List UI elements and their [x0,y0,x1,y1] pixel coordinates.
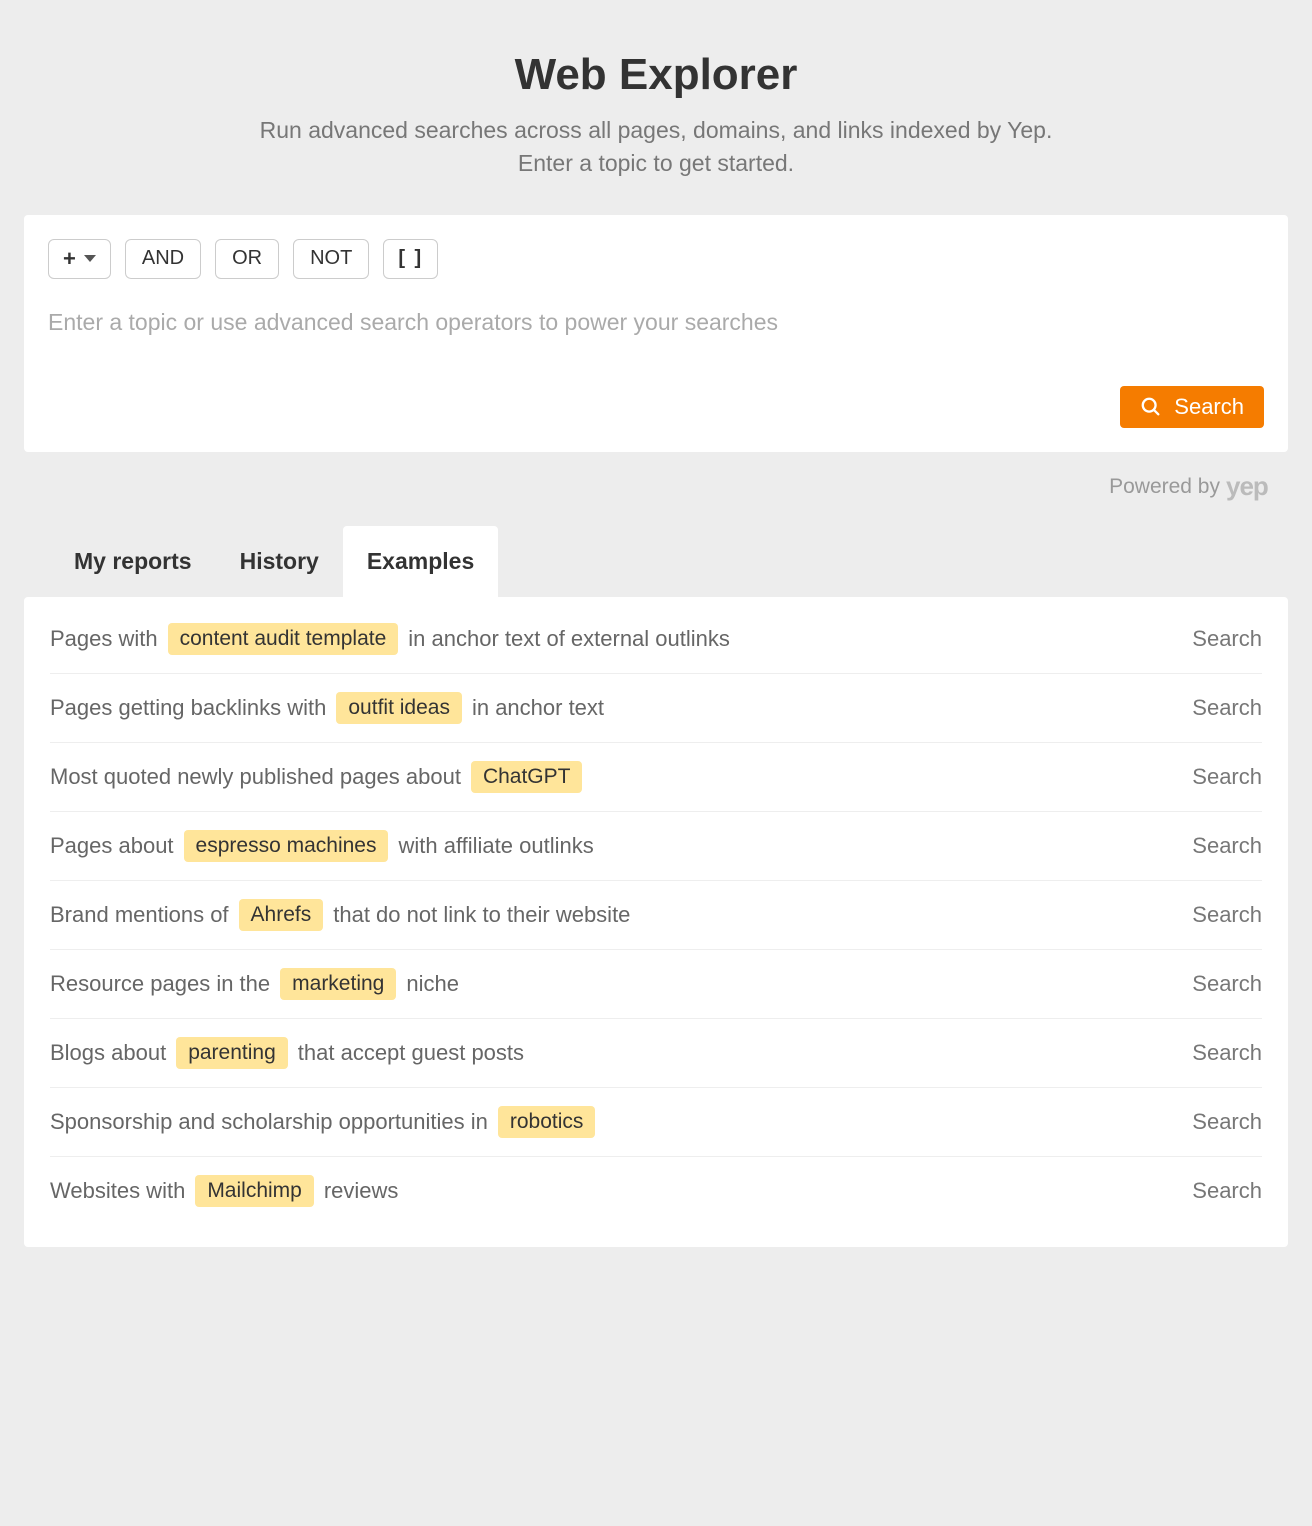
example-highlight: content audit template [168,623,399,655]
example-highlight: ChatGPT [471,761,583,793]
example-row[interactable]: Websites with Mailchimp reviews Search [50,1157,1262,1225]
search-icon [1140,396,1162,418]
example-text: Resource pages in the marketing niche [50,968,459,1000]
page-header: Web Explorer Run advanced searches acros… [24,24,1288,215]
example-text: Most quoted newly published pages about … [50,761,582,793]
tabs: My reports History Examples [24,526,1288,597]
search-button-label: Search [1174,394,1244,420]
example-text: Pages about espresso machines with affil… [50,830,594,862]
example-row[interactable]: Most quoted newly published pages about … [50,743,1262,812]
example-text: Websites with Mailchimp reviews [50,1175,398,1207]
example-row[interactable]: Pages with content audit template in anc… [50,605,1262,674]
svg-text:yep: yep [1226,472,1268,501]
not-operator-button[interactable]: NOT [293,239,369,279]
example-row[interactable]: Pages about espresso machines with affil… [50,812,1262,881]
tab-my-reports[interactable]: My reports [50,526,216,597]
example-pre: Websites with [50,1178,185,1204]
and-operator-button[interactable]: AND [125,239,201,279]
example-text: Blogs about parenting that accept guest … [50,1037,524,1069]
example-text: Brand mentions of Ahrefs that do not lin… [50,899,630,931]
example-highlight: marketing [280,968,396,1000]
example-pre: Pages with [50,626,158,652]
example-post: with affiliate outlinks [398,833,593,859]
example-row[interactable]: Resource pages in the marketing niche Se… [50,950,1262,1019]
chevron-down-icon [84,255,96,262]
brackets-operator-button[interactable]: [ ] [383,239,438,279]
search-actions: Search [48,386,1264,428]
query-toolbar: + AND OR NOT [ ] [48,239,1264,279]
example-row[interactable]: Brand mentions of Ahrefs that do not lin… [50,881,1262,950]
example-post: that accept guest posts [298,1040,524,1066]
yep-logo: yep [1226,472,1284,502]
example-search-link[interactable]: Search [1192,626,1262,652]
example-search-link[interactable]: Search [1192,695,1262,721]
subtitle-line-1: Run advanced searches across all pages, … [260,117,1053,143]
example-pre: Blogs about [50,1040,166,1066]
example-highlight: robotics [498,1106,596,1138]
example-highlight: outfit ideas [336,692,462,724]
example-text: Pages getting backlinks with outfit idea… [50,692,604,724]
example-highlight: espresso machines [184,830,389,862]
tab-examples[interactable]: Examples [343,526,498,597]
page-title: Web Explorer [24,50,1288,100]
plus-icon: + [63,246,76,272]
example-text: Sponsorship and scholarship opportunitie… [50,1106,595,1138]
example-search-link[interactable]: Search [1192,1040,1262,1066]
search-button[interactable]: Search [1120,386,1264,428]
search-input[interactable] [48,299,1264,386]
example-row[interactable]: Blogs about parenting that accept guest … [50,1019,1262,1088]
or-operator-button[interactable]: OR [215,239,279,279]
example-highlight: Mailchimp [195,1175,314,1207]
powered-by-label: Powered by [1109,475,1220,499]
example-post: that do not link to their website [333,902,630,928]
example-search-link[interactable]: Search [1192,902,1262,928]
example-search-link[interactable]: Search [1192,1109,1262,1135]
example-search-link[interactable]: Search [1192,971,1262,997]
example-pre: Brand mentions of [50,902,229,928]
example-search-link[interactable]: Search [1192,764,1262,790]
example-pre: Pages about [50,833,174,859]
powered-by: Powered by yep [24,452,1288,526]
page-subtitle: Run advanced searches across all pages, … [24,114,1288,181]
add-operator-button[interactable]: + [48,239,111,279]
example-text: Pages with content audit template in anc… [50,623,730,655]
yep-logo-icon: yep [1226,472,1284,502]
example-row[interactable]: Sponsorship and scholarship opportunitie… [50,1088,1262,1157]
example-pre: Most quoted newly published pages about [50,764,461,790]
example-post: reviews [324,1178,399,1204]
tab-history[interactable]: History [216,526,343,597]
example-pre: Pages getting backlinks with [50,695,326,721]
example-pre: Sponsorship and scholarship opportunitie… [50,1109,488,1135]
example-highlight: parenting [176,1037,288,1069]
example-row[interactable]: Pages getting backlinks with outfit idea… [50,674,1262,743]
example-pre: Resource pages in the [50,971,270,997]
example-search-link[interactable]: Search [1192,1178,1262,1204]
example-search-link[interactable]: Search [1192,833,1262,859]
example-post: in anchor text [472,695,604,721]
subtitle-line-2: Enter a topic to get started. [518,150,794,176]
example-post: in anchor text of external outlinks [408,626,730,652]
examples-panel: Pages with content audit template in anc… [24,597,1288,1247]
example-post: niche [406,971,459,997]
example-highlight: Ahrefs [239,899,324,931]
search-card: + AND OR NOT [ ] Search [24,215,1288,452]
